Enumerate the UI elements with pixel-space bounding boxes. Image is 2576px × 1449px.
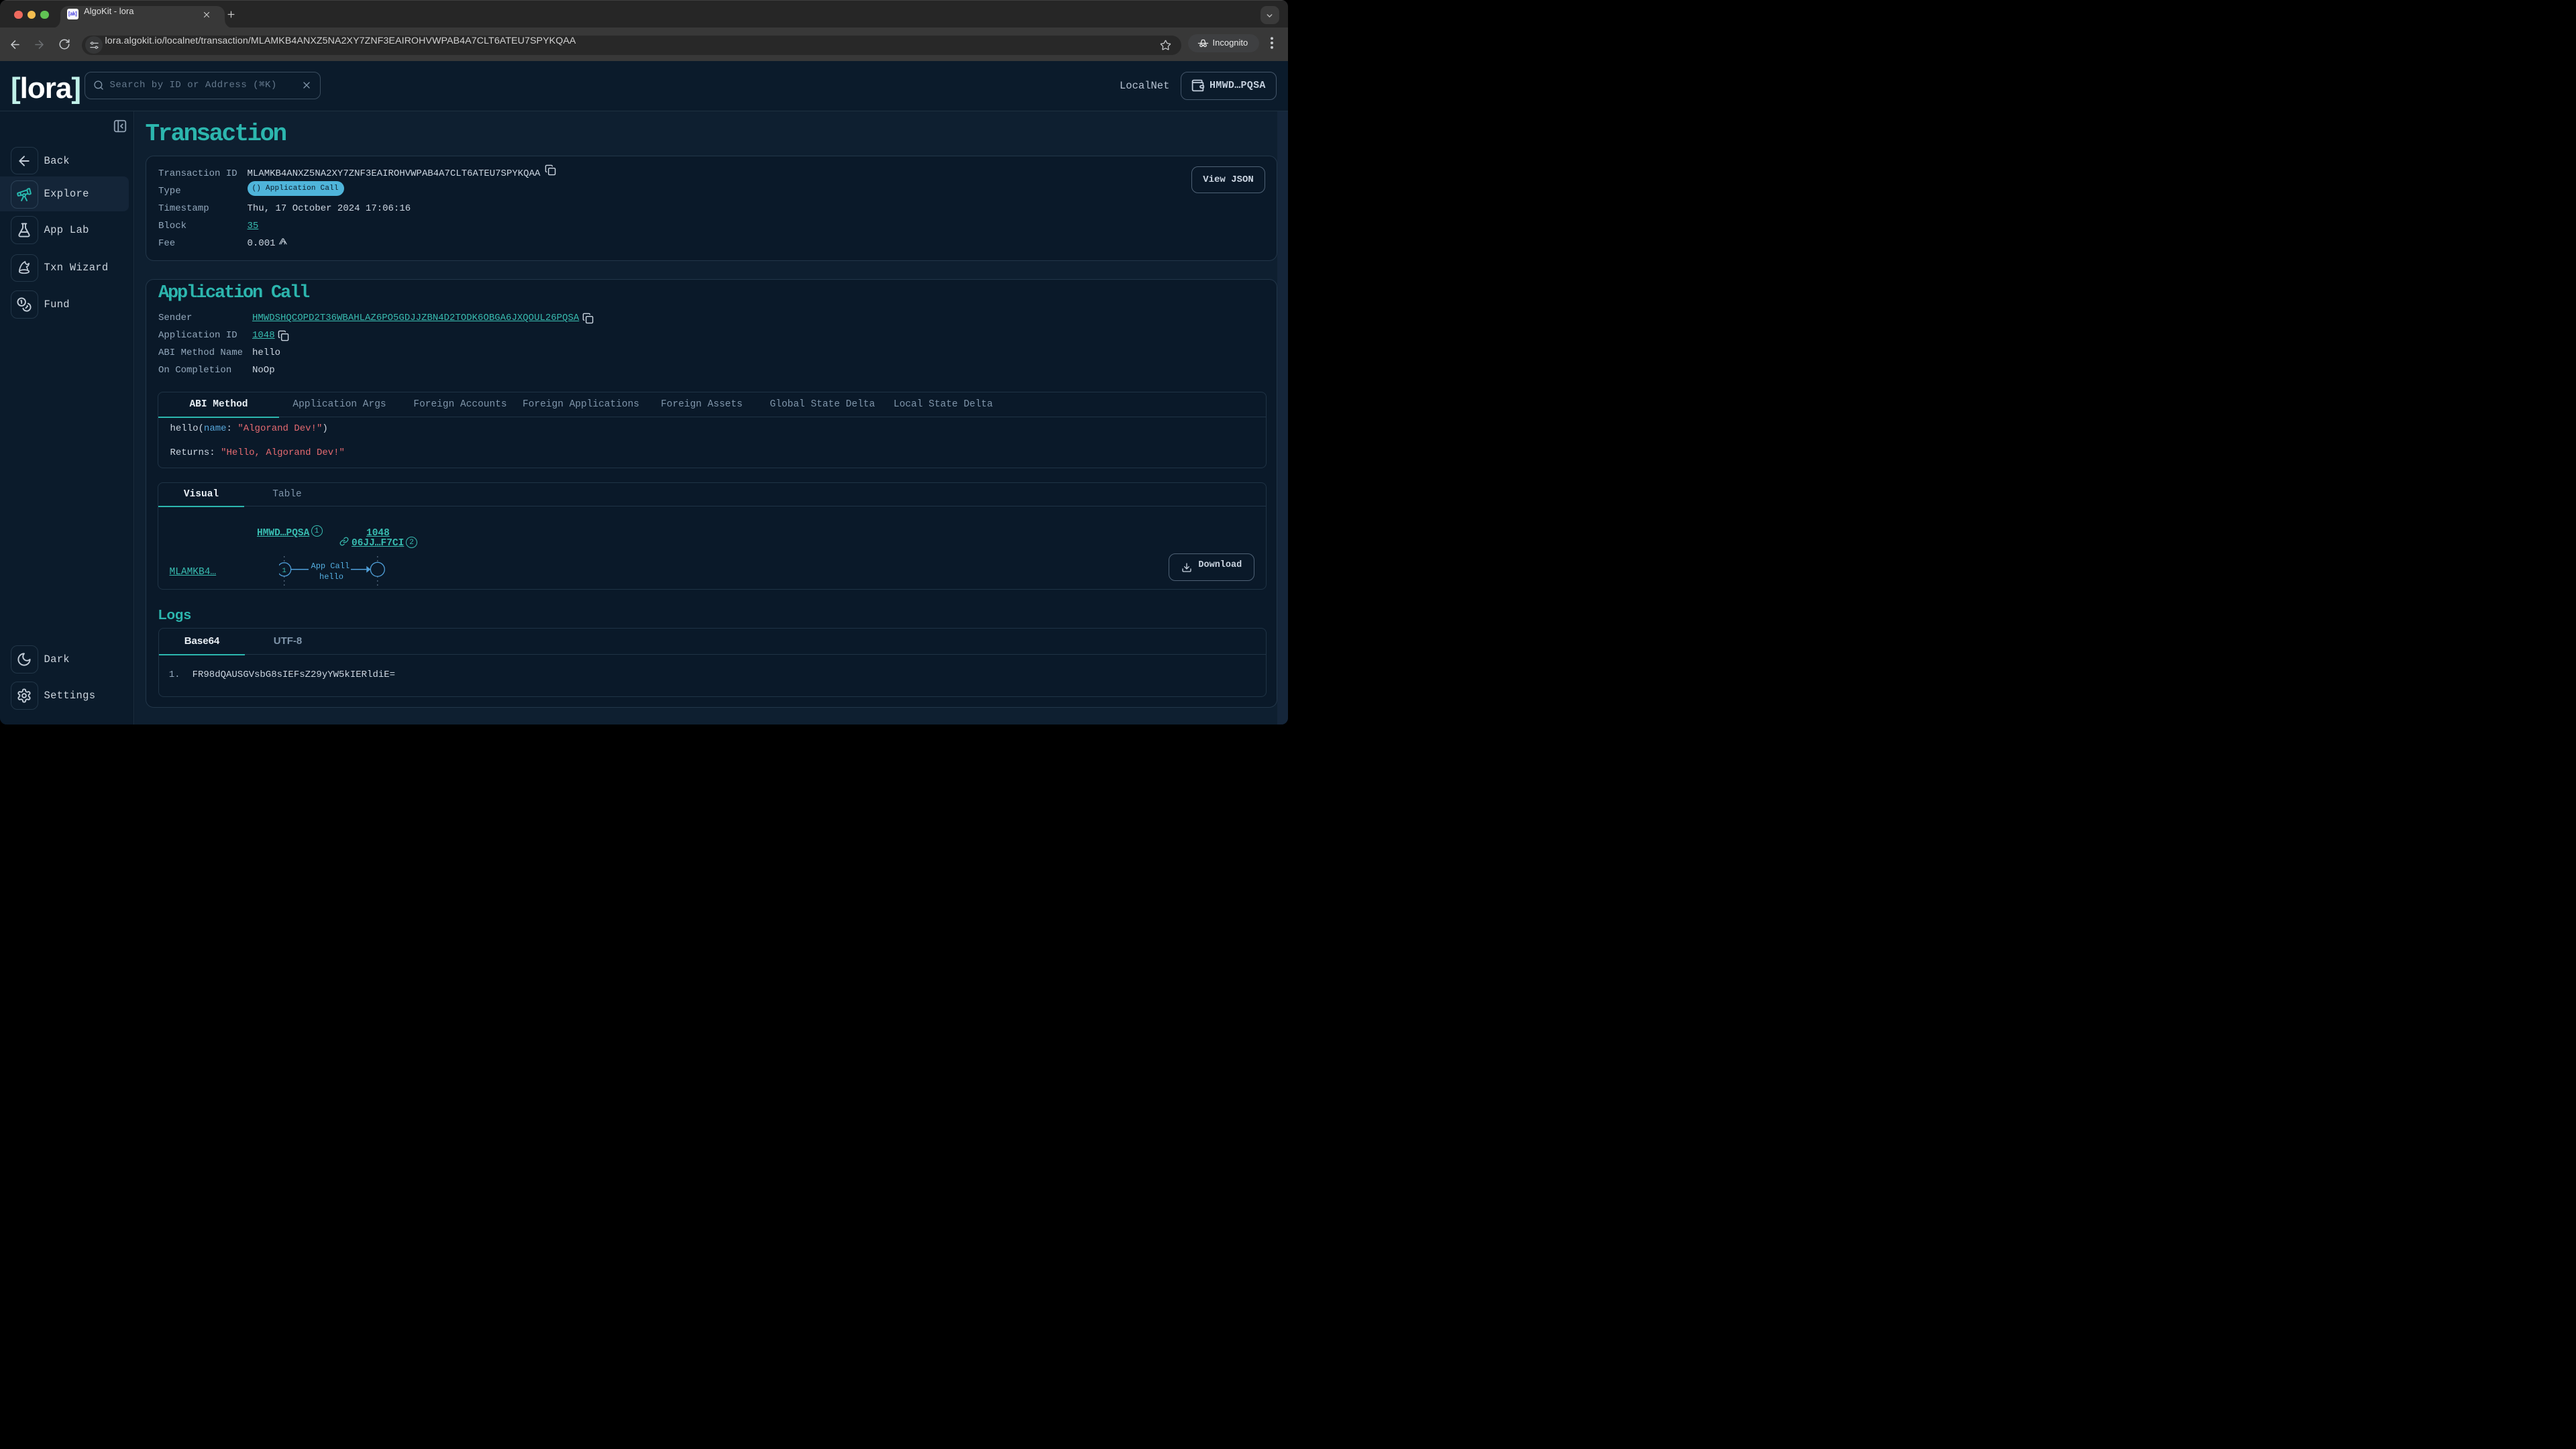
svg-text:1: 1 bbox=[282, 567, 286, 575]
